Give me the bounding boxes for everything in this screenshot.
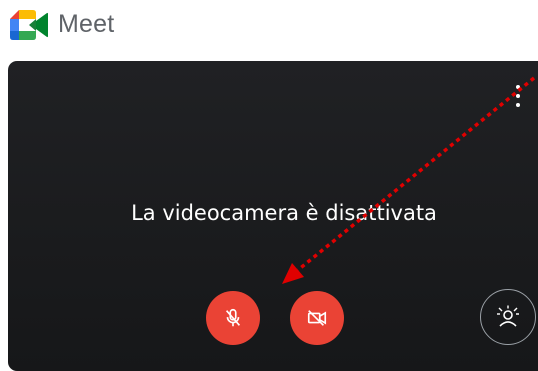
visual-effects-icon — [497, 305, 519, 327]
camera-preview: La videocamera è disattivata — [8, 61, 538, 371]
visual-effects-button[interactable] — [480, 289, 536, 345]
more-options-button[interactable] — [513, 85, 523, 107]
more-vert-icon-dot — [516, 94, 520, 98]
meet-logo-icon — [10, 10, 48, 40]
app-title: Meet — [58, 10, 115, 38]
camera-off-message: La videocamera è disattivata — [131, 201, 437, 225]
app-header: Meet — [0, 0, 538, 56]
more-vert-icon-dot — [516, 85, 520, 89]
mic-off-icon — [225, 308, 241, 327]
videocam-off-icon — [307, 310, 327, 326]
microphone-toggle-button[interactable] — [206, 291, 260, 345]
more-vert-icon-dot — [516, 103, 520, 107]
camera-toggle-button[interactable] — [290, 291, 344, 345]
